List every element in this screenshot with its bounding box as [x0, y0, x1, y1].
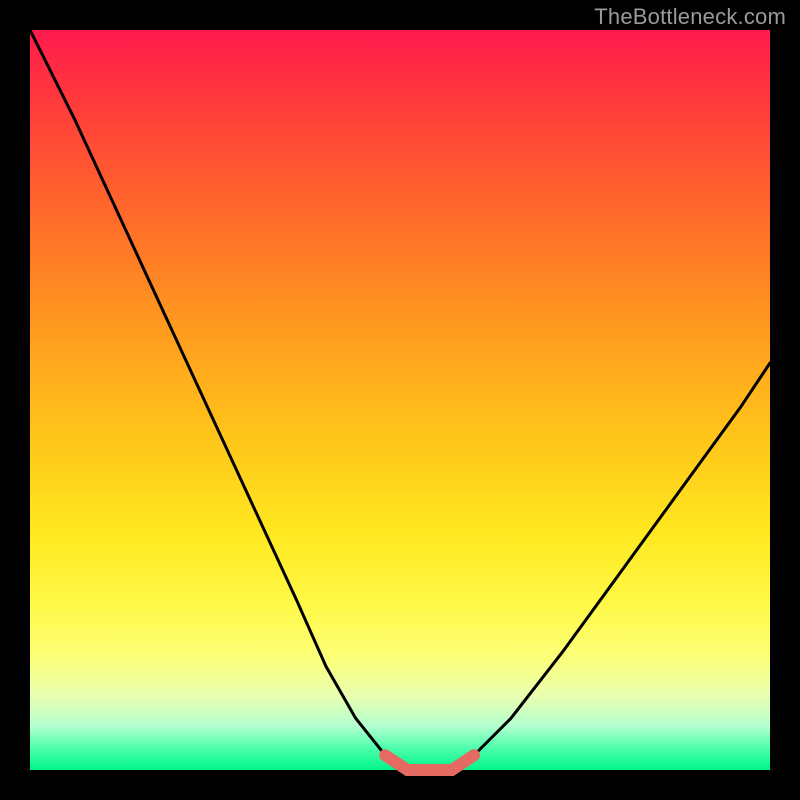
chart-frame: TheBottleneck.com: [0, 0, 800, 800]
bottleneck-curve-path: [30, 30, 770, 770]
plot-area: [30, 30, 770, 770]
curve-svg: [30, 30, 770, 770]
highlight-segment-path: [385, 755, 474, 770]
watermark-text: TheBottleneck.com: [594, 4, 786, 30]
